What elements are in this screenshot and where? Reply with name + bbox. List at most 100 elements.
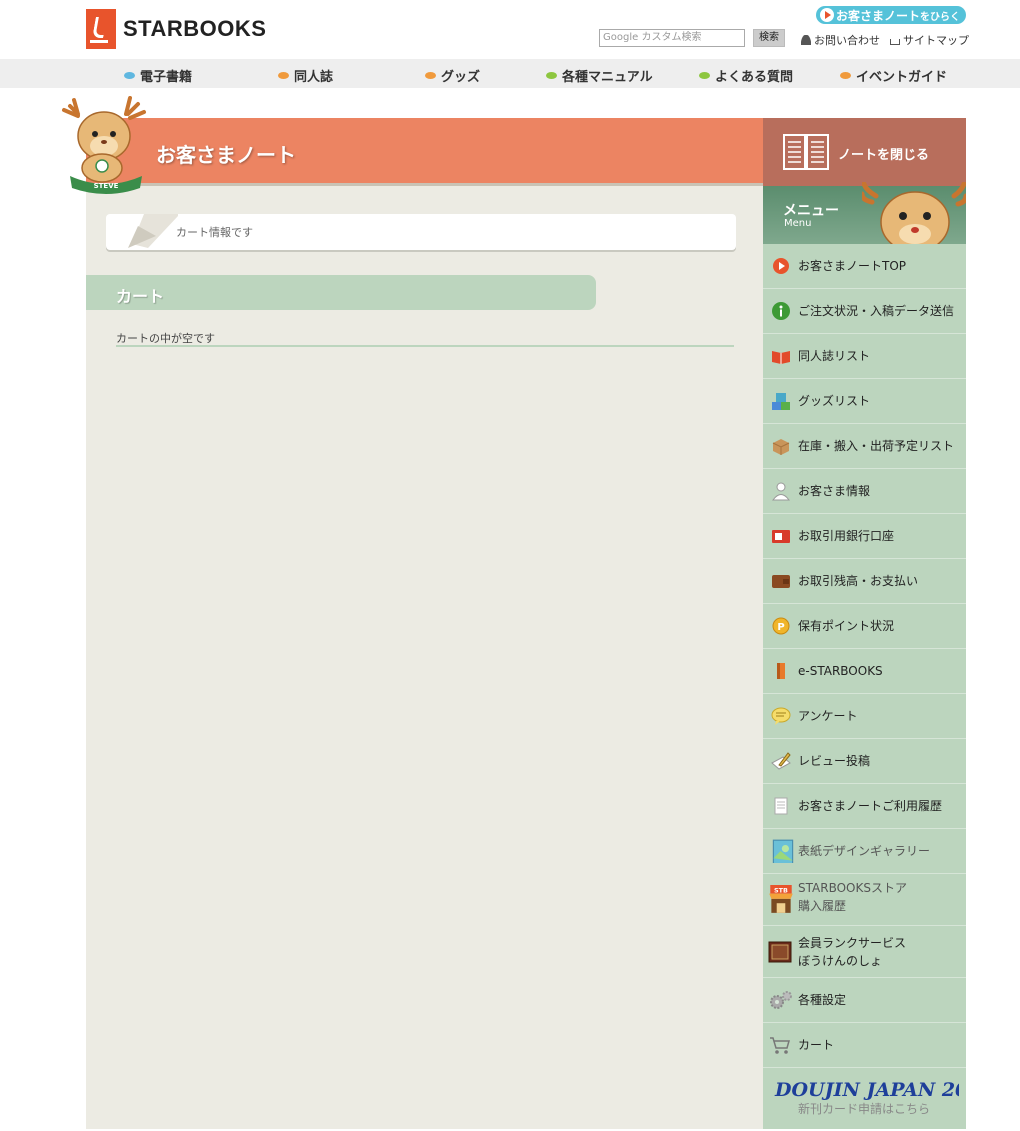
sidebar-menu: お客さまノートTOP ご注文状況・入稿データ送信 同人誌リスト グッズリスト 在… (763, 244, 966, 1129)
sidebar-item-survey[interactable]: アンケート (763, 694, 966, 739)
adventure-book-icon (768, 941, 792, 962)
nav-label: よくある質問 (715, 70, 794, 85)
cart-heading: カート (116, 287, 165, 306)
package-icon (772, 439, 790, 455)
starbooks-logo[interactable]: STARBOOKS (86, 9, 266, 49)
nav-item-faq[interactable]: よくある質問 (699, 66, 793, 85)
banner-subtext: 新刊カード申請はこちら (798, 1102, 931, 1116)
sitemap-icon (890, 39, 900, 45)
logo-text: STARBOOKS (123, 16, 267, 41)
sidebar-item-doujin-list[interactable]: 同人誌リスト (763, 334, 966, 379)
info-text: カート情報です (176, 226, 253, 239)
deer-mascot-icon (862, 182, 966, 244)
sidebar-item-member-rank[interactable]: 会員ランクサービス ぼうけんのしょ (763, 926, 966, 978)
sidebar-item-label: 会員ランクサービス (798, 936, 907, 950)
sidebar-item-label: ご注文状況・入稿データ送信 (798, 304, 955, 318)
sidebar-item-label: カート (798, 1038, 835, 1052)
sidebar-item-e-starbooks[interactable]: e-STARBOOKS (763, 649, 966, 694)
nav-dot-icon (546, 72, 557, 79)
svg-text:P: P (777, 622, 784, 633)
open-book-icon (783, 134, 829, 170)
pencil-icon (128, 214, 178, 248)
sidebar-item-label: STARBOOKSストア (798, 881, 907, 895)
sidebar-item-label: 保有ポイント状況 (798, 619, 895, 633)
search-button[interactable]: 検索 (753, 29, 785, 47)
nav-item-ebooks[interactable]: 電子書籍 (124, 66, 192, 85)
sidebar-item-cover-gallery[interactable]: 表紙デザインギャラリー (763, 829, 966, 874)
sidebar-item-stock-list[interactable]: 在庫・搬入・出荷予定リスト (763, 424, 966, 469)
cart-icon (770, 1037, 790, 1054)
cart-empty-message: カートの中が空です (116, 332, 215, 345)
nav-dot-icon (124, 72, 135, 79)
sidebar-item-review[interactable]: レビュー投稿 (763, 739, 966, 784)
person-icon (801, 35, 811, 45)
nav-item-manuals[interactable]: 各種マニュアル (546, 66, 653, 85)
ebook-icon (777, 663, 785, 679)
logo-mark-icon (86, 9, 116, 49)
book-icon (772, 351, 790, 364)
site-header: STARBOOKS お客さまノート をひらく Google カスタム検索 検索 お… (0, 0, 1020, 58)
sidebar-item-label: e-STARBOOKS (798, 664, 883, 678)
sidebar-item-label: お客さま情報 (798, 484, 871, 498)
deer-mascot-icon: STEVE (62, 96, 146, 194)
sidebar-item-usage-history[interactable]: お客さまノートご利用履歴 (763, 784, 966, 829)
doujin-japan-logo-text: DOUJIN JAPAN 2020 (774, 1079, 959, 1101)
sidebar-item-label: グッズリスト (798, 394, 871, 408)
gallery-icon (772, 839, 794, 863)
sidebar-item-label: 表紙デザインギャラリー (798, 844, 931, 858)
contact-label: お問い合わせ (814, 34, 880, 47)
nav-item-goods[interactable]: グッズ (425, 66, 480, 85)
wallet-icon (772, 575, 790, 588)
open-note-label: お客さまノート (836, 8, 921, 23)
nav-item-event-guide[interactable]: イベントガイド (840, 66, 947, 85)
contact-link[interactable]: お問い合わせ (801, 32, 880, 48)
nav-item-doujinshi[interactable]: 同人誌 (278, 66, 333, 85)
sidebar-item-bank-account[interactable]: お取引用銀行口座 (763, 514, 966, 559)
sidebar-item-cart[interactable]: カート (763, 1023, 966, 1068)
menu-title: メニュー (783, 203, 839, 219)
sidebar-item-goods-list[interactable]: グッズリスト (763, 379, 966, 424)
divider (116, 345, 734, 347)
sidebar-item-label-line2: ぼうけんのしょ (798, 954, 883, 968)
sidebar-item-label: お取引残高・お支払い (798, 574, 919, 588)
open-note-button[interactable]: お客さまノート をひらく (816, 6, 966, 24)
nav-label: グッズ (441, 70, 481, 85)
info-circle-icon (772, 302, 790, 320)
sidebar-item-settings[interactable]: 各種設定 (763, 978, 966, 1023)
sidebar-item-customer-info[interactable]: お客さま情報 (763, 469, 966, 514)
sidebar-item-orders[interactable]: ご注文状況・入稿データ送信 (763, 289, 966, 334)
sitemap-label: サイトマップ (903, 34, 969, 47)
main-content-area (86, 118, 764, 1129)
doujin-japan-banner[interactable]: DOUJIN JAPAN 2020 新刊カード申請はこちら (763, 1068, 966, 1129)
store-icon: STB (769, 884, 793, 913)
global-nav: 電子書籍 同人誌 グッズ 各種マニュアル よくある質問 イベントガイド (0, 59, 1020, 88)
nav-dot-icon (425, 72, 436, 79)
nav-dot-icon (278, 72, 289, 79)
nav-dot-icon (699, 72, 710, 79)
sidebar-item-label: お客さまノートTOP (798, 259, 907, 273)
sidebar-item-label-line2: 購入履歴 (798, 899, 847, 913)
svg-text:STB: STB (774, 886, 788, 894)
pencil-icon (771, 752, 791, 770)
user-icon (772, 482, 790, 501)
close-note-label: ノートを閉じる (838, 148, 930, 163)
sidebar-item-points[interactable]: P 保有ポイント状況 (763, 604, 966, 649)
mascot-name: STEVE (94, 182, 119, 190)
menu-subtitle: Menu (784, 218, 812, 229)
sidebar-item-label: お客さまノートご利用履歴 (798, 799, 943, 813)
nav-label: 各種マニュアル (562, 70, 653, 85)
sidebar-item-label: 各種設定 (798, 993, 847, 1007)
document-icon (774, 797, 788, 815)
sidebar-item-note-top[interactable]: お客さまノートTOP (763, 244, 966, 289)
sidebar-item-balance[interactable]: お取引残高・お支払い (763, 559, 966, 604)
sidebar-item-label: 同人誌リスト (798, 349, 871, 363)
sitemap-link[interactable]: サイトマップ (890, 32, 969, 48)
play-icon (820, 8, 834, 22)
sidebar-item-label: お取引用銀行口座 (798, 529, 895, 543)
info-box: カート情報です (106, 214, 736, 250)
sidebar-item-store-history[interactable]: STB STARBOOKSストア 購入履歴 (763, 874, 966, 926)
nav-label: イベントガイド (856, 70, 948, 85)
page-title: お客さまノート (156, 143, 296, 167)
search-input[interactable]: Google カスタム検索 (599, 29, 745, 47)
doujin-japan-logo: DOUJIN JAPAN 2020 (774, 1079, 959, 1101)
